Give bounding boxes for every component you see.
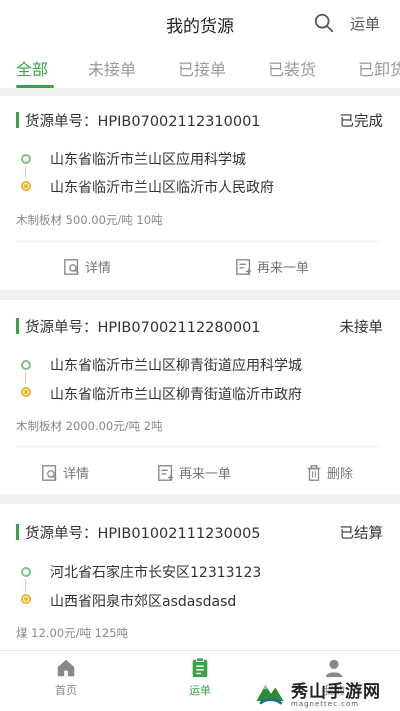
mountain-logo-icon — [254, 676, 286, 708]
order-status: 已完成 — [339, 114, 384, 130]
top-app-bar: 我的货源 运单 — [0, 0, 400, 44]
divider — [16, 241, 380, 242]
destination-address: 山东省临沂市兰山区临沂市人民政府 — [50, 180, 274, 196]
tab-loaded[interactable]: 已装货 — [268, 56, 316, 80]
watermark-title: 秀山手游网 — [291, 681, 381, 702]
accent-bar — [16, 524, 19, 540]
origin-address: 山东省临沂市兰山区应用科学城 — [50, 152, 246, 168]
destination-icon — [21, 181, 31, 191]
search-icon[interactable] — [313, 12, 335, 34]
reorder-button[interactable]: 再来一单 — [157, 463, 231, 482]
cargo-info: 木制板材 500.00元/吨 10吨 — [16, 213, 163, 227]
accent-bar — [16, 112, 19, 128]
tab-unloaded[interactable]: 已卸货 — [358, 56, 400, 80]
order-number: 货源单号：HPIB01002111230005 — [25, 526, 261, 542]
delete-button[interactable]: 删除 — [305, 463, 353, 482]
status-tabs: 全部 未接单 已接单 已装货 已卸货 — [0, 44, 400, 88]
cargo-info: 木制板材 2000.00元/吨 2吨 — [16, 419, 163, 433]
origin-icon — [21, 360, 31, 370]
order-number: 货源单号：HPIB07002112280001 — [25, 320, 261, 336]
tab-unaccepted[interactable]: 未接单 — [88, 56, 136, 80]
nav-home[interactable]: 首页 — [36, 657, 96, 698]
origin-icon — [21, 567, 31, 577]
origin-address: 河北省石家庄市长安区12313123 — [50, 565, 262, 581]
origin-address: 山东省临沂市兰山区柳青街道应用科学城 — [50, 358, 302, 374]
waybill-link[interactable]: 运单 — [350, 13, 380, 34]
delete-label: 删除 — [327, 467, 354, 482]
order-status: 已结算 — [339, 526, 384, 542]
waybill-icon — [192, 657, 208, 678]
order-card[interactable]: 货源单号：HPIB01002111230005 已结算 河北省石家庄市长安区12… — [0, 504, 400, 650]
page-title: 我的货源 — [166, 17, 234, 37]
site-watermark: 秀山手游网 magnettec.com — [252, 673, 400, 711]
reorder-icon — [158, 464, 174, 481]
tab-accepted[interactable]: 已接单 — [178, 56, 226, 80]
divider — [16, 446, 380, 447]
destination-icon — [21, 594, 31, 604]
destination-address: 山西省阳泉市郊区asdasdasd — [50, 594, 237, 610]
route-line — [25, 166, 26, 178]
details-button[interactable]: 详情 — [63, 257, 111, 276]
reorder-label: 再来一单 — [179, 467, 232, 482]
reorder-button[interactable]: 再来一单 — [235, 257, 309, 276]
trash-icon — [307, 464, 321, 481]
nav-waybill-label: 运单 — [189, 684, 211, 697]
order-status: 未接单 — [339, 320, 384, 336]
order-number: 货源单号：HPIB07002112310001 — [25, 114, 261, 130]
details-button[interactable]: 详情 — [41, 463, 89, 482]
home-icon — [57, 659, 75, 677]
route-line — [25, 372, 26, 384]
order-card[interactable]: 货源单号：HPIB07002112310001 已完成 山东省临沂市兰山区应用科… — [0, 96, 400, 290]
reorder-label: 再来一单 — [257, 261, 310, 276]
cargo-info: 煤 12.00元/吨 125吨 — [16, 626, 129, 640]
active-tab-indicator — [16, 85, 54, 88]
reorder-icon — [236, 258, 252, 275]
origin-icon — [21, 154, 31, 164]
nav-home-label: 首页 — [55, 684, 77, 697]
details-label: 详情 — [63, 467, 90, 482]
details-icon — [42, 464, 57, 481]
details-label: 详情 — [85, 261, 112, 276]
accent-bar — [16, 318, 19, 334]
nav-waybill[interactable]: 运单 — [170, 657, 230, 698]
order-card[interactable]: 货源单号：HPIB07002112280001 未接单 山东省临沂市兰山区柳青街… — [0, 300, 400, 494]
details-icon — [64, 258, 79, 275]
destination-address: 山东省临沂市兰山区柳青街道临沂市政府 — [50, 387, 302, 403]
route-line — [25, 579, 26, 591]
destination-icon — [21, 387, 31, 397]
tab-all[interactable]: 全部 — [16, 56, 48, 80]
